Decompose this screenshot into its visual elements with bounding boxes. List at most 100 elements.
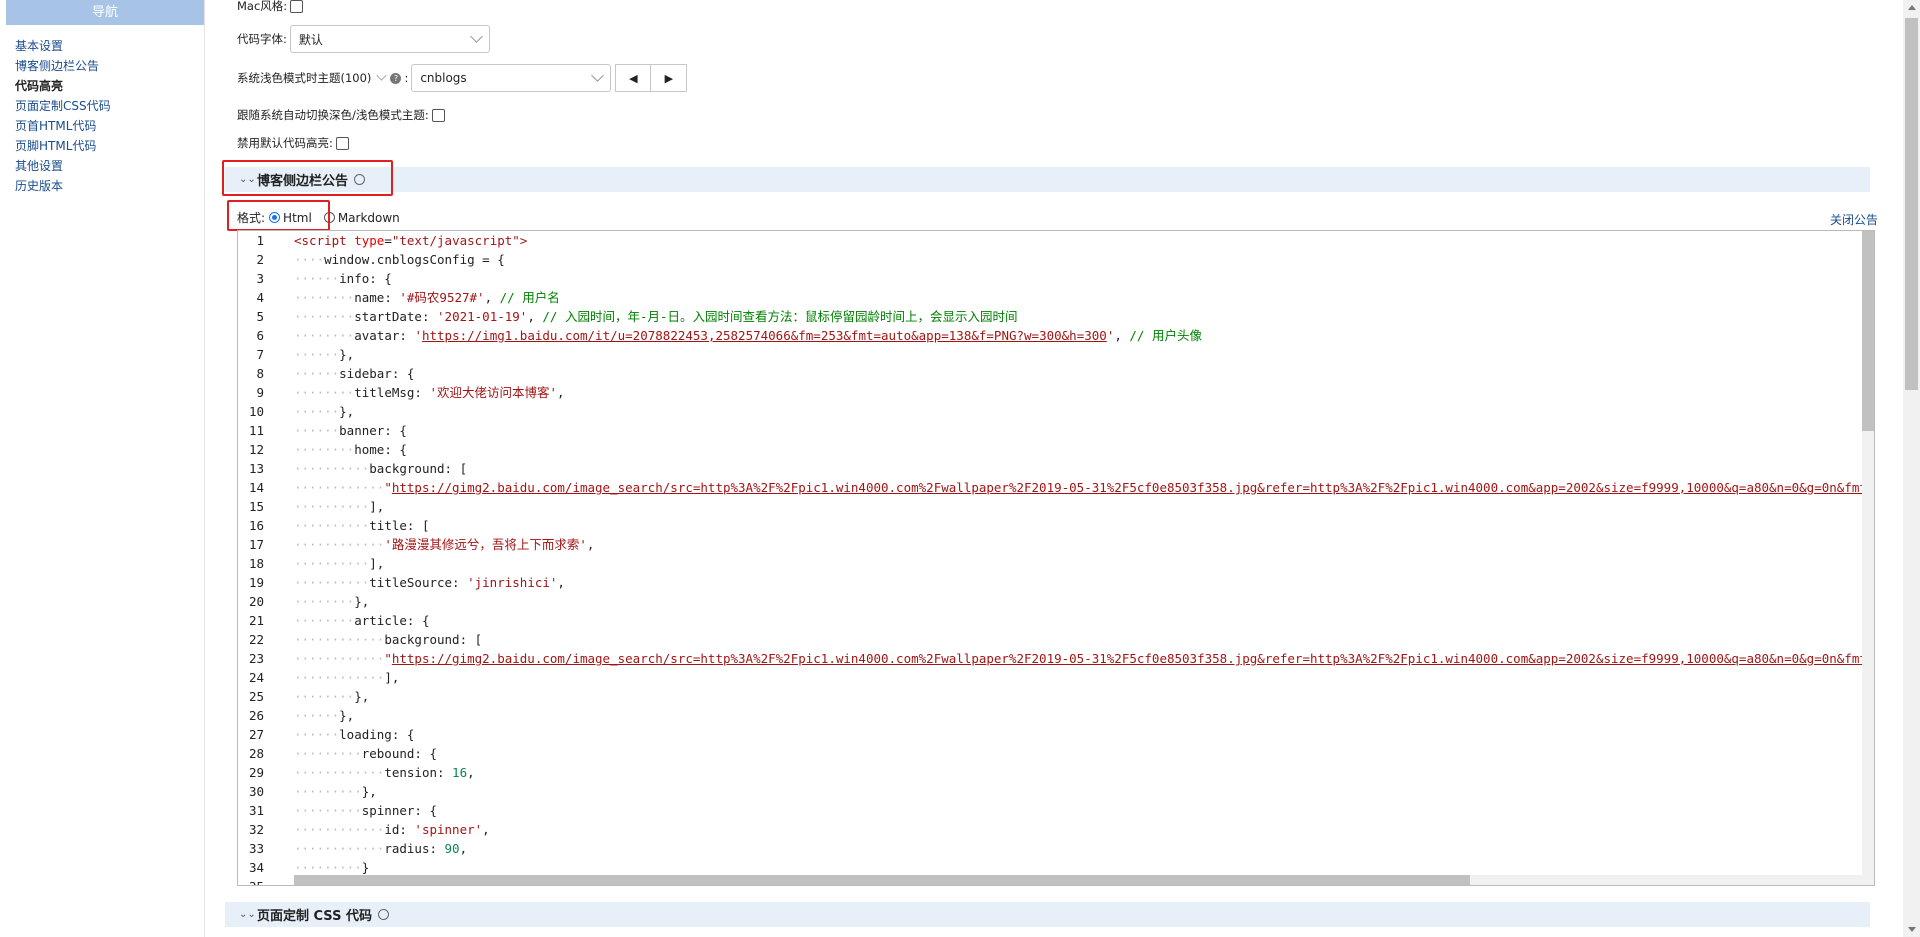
code-token: 90 [444,841,460,856]
code-line: ······sidebar: { [294,364,1862,383]
indent-guide: ········ [294,613,355,628]
code-line: ······}, [294,345,1862,364]
line-number: 24 [248,670,264,685]
nav-item[interactable]: 页面定制CSS代码 [6,96,204,116]
indent-guide: ············ [294,651,385,666]
code-line: ····window.cnblogsConfig = { [294,250,1862,269]
code-area[interactable]: <script type="text/javascript"> ····windo… [294,231,1862,885]
code-token: = [384,233,392,248]
code-token: // 用户名 [499,290,560,305]
indent-guide: ·········· [294,461,370,476]
page-scrollbar-thumb[interactable] [1905,18,1918,390]
code-line: ··········titleSource: 'jinrishici', [294,573,1862,592]
code-token: " [384,480,392,495]
nav-header: 导航 [6,0,204,25]
code-token: , [557,575,565,590]
code-token: info: { [339,271,392,286]
indent-guide: ······ [294,347,340,362]
line-number: 1 [256,233,264,248]
code-line: <script type="text/javascript"> [294,231,1862,250]
code-font-label: 代码字体: [237,32,287,46]
nav-item[interactable]: 其他设置 [6,156,204,176]
code-line: ············radius: 90, [294,839,1862,858]
code-line: ·········spinner: { [294,801,1862,820]
indent-guide: ········ [294,328,355,343]
editor-vertical-thumb[interactable] [1862,231,1874,431]
indent-guide: ········ [294,442,355,457]
code-token: home: { [354,442,407,457]
highlight-box-title [222,160,393,196]
code-line: ······banner: { [294,421,1862,440]
line-number: 2 [256,252,264,267]
line-number: 13 [248,461,264,476]
indent-guide: ······ [294,708,340,723]
scroll-up-icon[interactable] [1908,5,1916,10]
light-theme-select[interactable]: cnblogs [411,64,612,92]
disable-highlight-checkbox[interactable] [335,136,349,150]
code-editor[interactable]: 1 2 3 4 5 6 7 8 9 10 11 12 13 14 15 16 17 18 19 20 21 22 23 24 2… [237,230,1875,886]
indent-guide: ········ [294,689,355,704]
code-token: "text/javascript" [391,233,520,248]
nav-item[interactable]: 历史版本 [6,176,204,196]
code-token: > [519,233,528,248]
follow-system-checkbox[interactable] [431,108,445,122]
code-token: , [586,537,595,552]
code-line: ·········rebound: { [294,744,1862,763]
code-token: 'jinrishici' [467,575,558,590]
code-token: title: [ [369,518,430,533]
code-token: spinner: { [361,803,437,818]
nav-item[interactable]: 博客侧边栏公告 [6,56,204,76]
code-token: // 用户头像 [1129,328,1202,343]
scroll-down-icon[interactable] [1908,927,1916,932]
indent-guide: ······ [294,404,340,419]
format-option-markdown: Markdown [337,210,400,225]
code-token: titleSource: [369,575,468,590]
code-token: id: [384,822,415,837]
code-line: ········name: '#码农9527#', // 用户名 [294,288,1862,307]
sidebar-notice-header[interactable]: ⌄⌄ 博客侧边栏公告 [225,167,1870,192]
line-number: 8 [256,366,264,381]
code-font-value: 默认 [298,32,323,47]
indent-guide: ······ [294,727,340,742]
css-section-header[interactable]: ⌄⌄ 页面定制 CSS 代码 [225,902,1870,927]
line-number: 7 [256,347,264,362]
code-line: ······loading: { [294,725,1862,744]
next-theme-button[interactable]: ▶ [651,64,688,92]
indent-guide: ·········· [294,575,370,590]
code-line: ··········background: [ [294,459,1862,478]
line-number: 9 [256,385,264,400]
indent-guide: ·········· [294,518,370,533]
light-theme-row: 系统浅色模式时主题(100) ? : cnblogs ◀ ▶ [237,64,688,92]
help-icon[interactable]: ? [390,72,402,84]
code-font-select[interactable]: 默认 [289,25,490,53]
code-token: https://gimg2.baidu.com/image_search/src… [391,651,1862,666]
code-line: ········home: { [294,440,1862,459]
chevron-down-icon [591,69,605,82]
refresh-icon[interactable] [377,909,389,920]
code-token: sidebar: { [339,366,415,381]
indent-guide: ············ [294,822,385,837]
code-token: } [361,860,370,875]
line-number: 5 [256,309,264,324]
code-line: ··········], [294,554,1862,573]
nav-item[interactable]: 页首HTML代码 [6,116,204,136]
nav-item[interactable]: 页脚HTML代码 [6,136,204,156]
code-token: type [354,233,385,248]
editor-vertical-scrollbar[interactable] [1862,231,1874,885]
indent-guide: ············ [294,480,385,495]
chevron-down-icon[interactable] [376,70,388,81]
editor-horizontal-thumb[interactable] [294,875,1470,885]
indent-guide: ············ [294,670,385,685]
code-token: '路漫漫其修远兮，吾将上下而求索' [384,537,587,552]
nav-item[interactable]: 代码高亮 [6,76,204,96]
close-notice-link[interactable]: 关闭公告 [1830,211,1878,228]
page-scrollbar[interactable] [1903,0,1920,937]
code-font-row: 代码字体: 默认 [237,25,490,53]
mac-style-checkbox[interactable] [290,0,304,13]
nav-item[interactable]: 基本设置 [6,36,204,56]
prev-theme-button[interactable]: ◀ [615,64,652,92]
editor-horizontal-scrollbar[interactable] [294,875,1862,885]
code-line: ············], [294,668,1862,687]
indent-guide: ········· [294,860,362,875]
indent-guide: ········· [294,784,362,799]
